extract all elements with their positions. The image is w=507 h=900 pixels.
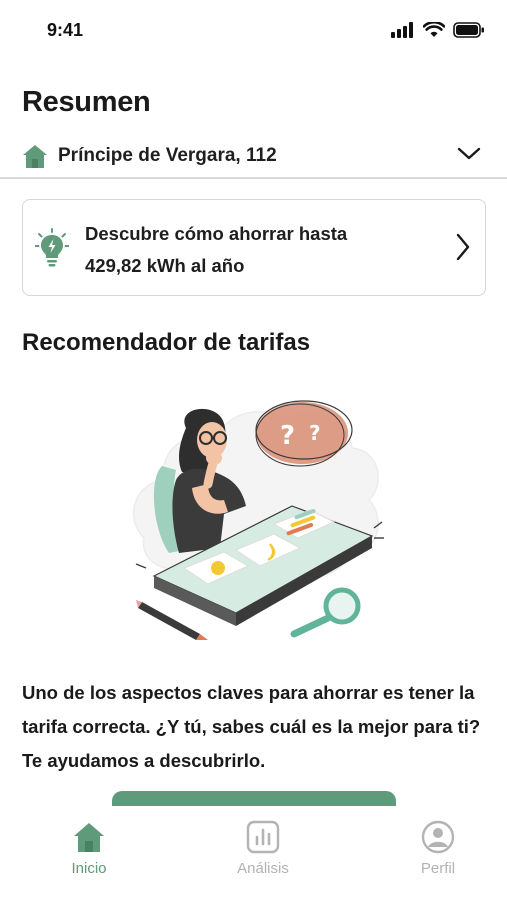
tab-analisis[interactable]: Análisis (208, 820, 318, 877)
tab-perfil[interactable]: Perfil (383, 820, 493, 877)
recommender-description: Uno de los aspectos claves para ahorrar … (22, 682, 481, 771)
svg-text:?: ? (309, 421, 321, 445)
chevron-right-icon[interactable] (455, 233, 471, 261)
page-title: Resumen (22, 86, 151, 118)
svg-text:?: ? (280, 421, 295, 451)
tab-bar: Inicio Análisis Perfil (0, 806, 507, 900)
tariff-recommender-illustration: ? ? (133, 400, 384, 640)
chart-icon (246, 820, 280, 854)
address-label: Príncipe de Vergara, 112 (58, 145, 277, 166)
section-title: Recomendador de tarifas (22, 329, 311, 356)
tab-inicio[interactable]: Inicio (34, 820, 144, 877)
tip-line-1: Descubre cómo ahorrar hasta (85, 223, 348, 244)
status-bar: 9:41 (0, 0, 507, 64)
tab-label-analisis: Análisis (237, 860, 289, 877)
profile-icon (421, 820, 455, 854)
tab-label-inicio: Inicio (71, 860, 107, 877)
battery-icon (453, 22, 484, 38)
status-icons (391, 22, 485, 38)
tip-line-2: 429,82 kWh al año (85, 255, 245, 276)
lightbulb-icon (35, 228, 69, 267)
signal-icon (391, 22, 413, 38)
status-time: 9:41 (47, 20, 84, 40)
savings-tip-card[interactable]: Descubre cómo ahorrar hasta 429,82 kWh a… (22, 199, 486, 296)
wifi-icon (423, 22, 445, 37)
tip-text: Descubre cómo ahorrar hasta 429,82 kWh a… (85, 218, 347, 282)
divider (0, 177, 507, 179)
home-icon (74, 823, 104, 852)
home-icon (23, 145, 47, 168)
tab-label-perfil: Perfil (420, 860, 456, 877)
chevron-down-icon[interactable] (457, 146, 481, 162)
address-selector[interactable]: Príncipe de Vergara, 112 (22, 140, 485, 172)
